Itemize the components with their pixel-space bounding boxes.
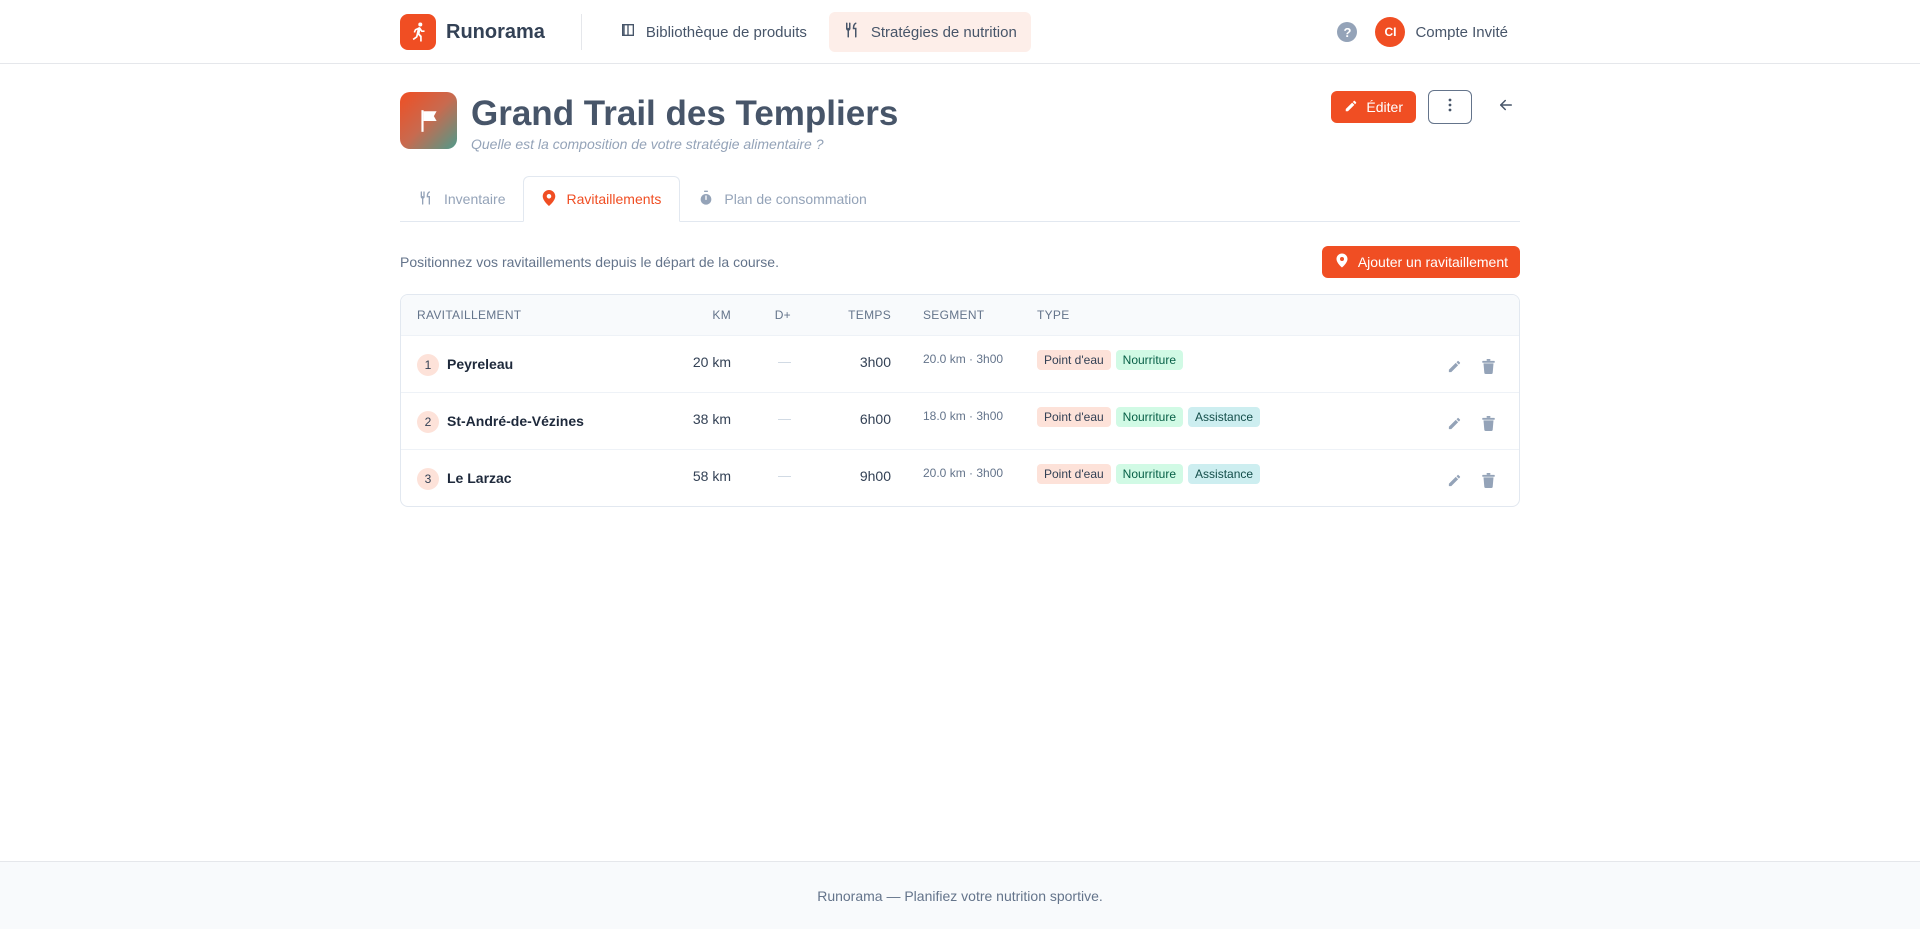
stop-number: 2 [417,411,439,433]
more-vertical-icon [1448,98,1452,117]
header-dplus: D+ [774,308,791,322]
add-stop-button[interactable]: Ajouter un ravitaillement [1321,246,1520,278]
pencil-icon[interactable] [1445,414,1463,432]
badge-food: Nourriture [1115,464,1184,484]
header-km: KM [712,308,731,322]
nav-item-label: Stratégies de nutrition [870,23,1017,41]
top-navbar: Runorama Bibliothèque de produits Straté… [0,0,1920,64]
toolbar: Positionnez vos ravitaillements depuis l… [400,246,1520,278]
table-header: RAVITAILLEMENT KM D+ TEMPS SEGMENT TYPE [401,295,1519,335]
stop-name: St-André-de-Vézines [447,413,584,429]
stop-segment: 20.0 km · 3h00 [923,352,1004,366]
brand-name: Runorama [446,20,545,43]
account-menu[interactable]: CI Compte Invité [1375,17,1520,47]
trash-icon[interactable] [1479,471,1497,489]
tab-inventaire[interactable]: Inventaire [400,176,523,222]
header-name: RAVITAILLEMENT [417,308,522,322]
header-type: TYPE [1037,308,1070,322]
stop-dplus: — [778,354,791,369]
pencil-icon [1344,99,1358,116]
edit-button-label: Éditer [1366,99,1403,115]
tab-label: Inventaire [444,191,506,207]
stop-segment: 18.0 km · 3h00 [923,409,1004,423]
stop-number: 1 [417,354,439,376]
tab-label: Ravitaillements [566,191,662,207]
tab-ravitaillements[interactable]: Ravitaillements [523,176,681,222]
runner-icon [400,14,436,50]
main-nav: Bibliothèque de produits Stratégies de n… [606,12,1031,52]
table-row: 2 St-André-de-Vézines 38 km — 6h00 18.0 … [401,392,1519,449]
footer-text: Runorama — Planifiez votre nutrition spo… [817,887,1103,904]
stop-name: Le Larzac [447,470,512,486]
tab-bar: Inventaire Ravitaillements Plan de conso… [400,176,1520,222]
badge-water: Point d'eau [1037,407,1111,427]
stop-dplus: — [778,411,791,426]
more-options-button[interactable] [1428,90,1472,124]
stopwatch-icon [698,190,714,209]
badge-food: Nourriture [1115,350,1184,370]
arrow-left-icon [1497,96,1515,119]
badge-water: Point d'eau [1037,464,1111,484]
account-label: Compte Invité [1415,23,1508,41]
pencil-icon[interactable] [1445,471,1463,489]
map-pin-icon [542,189,556,209]
tab-plan-consommation[interactable]: Plan de consommation [680,176,884,222]
utensils-icon [418,190,434,209]
stop-km: 20 km [692,354,731,370]
stop-dplus: — [778,468,791,483]
trash-icon[interactable] [1479,414,1497,432]
table-row: 1 Peyreleau 20 km — 3h00 20.0 km · 3h00 … [401,335,1519,392]
stops-table: RAVITAILLEMENT KM D+ TEMPS SEGMENT TYPE … [400,294,1520,507]
nav-item-products[interactable]: Bibliothèque de produits [606,12,821,52]
stop-time: 6h00 [859,411,891,427]
nav-item-label: Bibliothèque de produits [645,23,807,41]
stop-segment: 20.0 km · 3h00 [923,466,1004,480]
stop-number: 3 [417,468,439,490]
badge-water: Point d'eau [1037,350,1111,370]
book-icon [620,22,636,42]
badge-food: Nourriture [1115,407,1184,427]
flag-icon [400,92,457,149]
page-subtitle: Quelle est la composition de votre strat… [471,136,824,152]
page-title: Grand Trail des Templiers [471,94,899,133]
badge-assistance: Assistance [1188,407,1261,427]
page-header: Grand Trail des Templiers Quelle est la … [400,64,1520,152]
header-segment: SEGMENT [923,308,985,322]
stop-km: 58 km [692,468,731,484]
tab-label: Plan de consommation [724,191,867,207]
stop-km: 38 km [692,411,731,427]
badge-assistance: Assistance [1188,464,1261,484]
pencil-icon[interactable] [1445,357,1463,375]
hint-text: Positionnez vos ravitaillements depuis l… [400,254,779,270]
trash-icon[interactable] [1479,357,1497,375]
avatar: CI [1375,17,1406,47]
stop-name: Peyreleau [447,356,514,372]
map-pin-icon [1336,253,1348,271]
back-button[interactable] [1492,93,1520,121]
main-content: Grand Trail des Templiers Quelle est la … [400,64,1520,507]
header-time: TEMPS [848,308,891,322]
help-icon[interactable]: ? [1337,22,1358,42]
table-row: 3 Le Larzac 58 km — 9h00 20.0 km · 3h00 … [401,449,1519,506]
edit-button[interactable]: Éditer [1331,91,1416,123]
stop-time: 3h00 [859,354,891,370]
brand[interactable]: Runorama [400,14,582,50]
stop-time: 9h00 [859,468,891,484]
add-stop-label: Ajouter un ravitaillement [1357,254,1508,270]
footer: Runorama — Planifiez votre nutrition spo… [0,861,1920,929]
nav-item-strategies[interactable]: Stratégies de nutrition [828,12,1031,52]
utensils-icon [843,21,861,43]
